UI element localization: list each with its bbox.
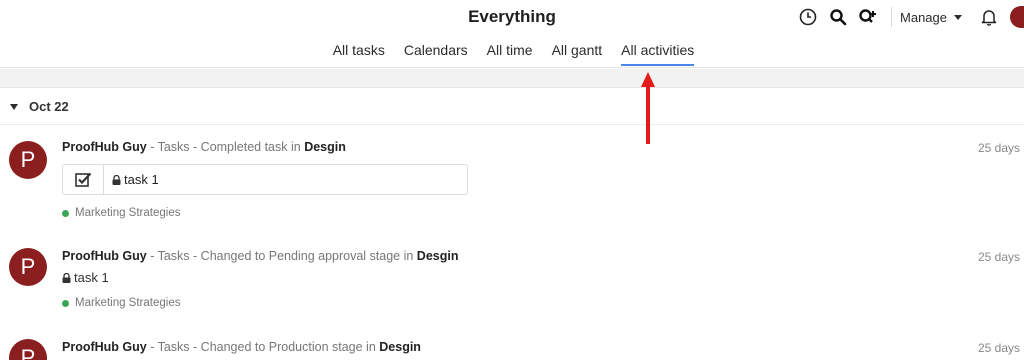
activity-project[interactable]: Desgin <box>379 340 421 354</box>
avatar[interactable]: P <box>9 248 47 286</box>
avatar[interactable]: P <box>9 339 47 360</box>
tab-all-tasks[interactable]: All tasks <box>333 42 385 66</box>
task-link[interactable]: task 1 <box>62 270 109 285</box>
task-card[interactable]: task 1 <box>62 164 468 195</box>
activity-item: P ProofHub Guy - Tasks - Changed to Prod… <box>0 327 1024 360</box>
lock-icon <box>112 174 121 185</box>
manage-dropdown[interactable]: Manage <box>900 10 962 25</box>
task-list-name: Marketing Strategies <box>75 297 181 309</box>
checkbox-checked-icon <box>63 165 104 194</box>
task-list-tag[interactable]: Marketing Strategies <box>62 207 180 219</box>
filter-bar <box>0 69 1024 88</box>
activity-user[interactable]: ProofHub Guy <box>62 340 147 354</box>
manage-label: Manage <box>900 9 947 25</box>
view-tabs: All tasks Calendars All time All gantt A… <box>0 42 1024 66</box>
status-dot <box>62 299 69 307</box>
bell-icon[interactable] <box>978 6 1000 28</box>
activity-action: - Tasks - Completed task in <box>146 140 305 154</box>
activity-description: ProofHub Guy - Tasks - Changed to Produc… <box>62 340 421 354</box>
activity-item: P ProofHub Guy - Tasks - Completed task … <box>0 125 1024 235</box>
activity-project[interactable]: Desgin <box>304 140 346 154</box>
header-toolbar: Manage <box>793 5 1024 29</box>
clock-icon[interactable] <box>797 6 819 28</box>
user-avatar[interactable] <box>1010 6 1024 28</box>
avatar[interactable]: P <box>9 141 47 179</box>
quick-add-icon[interactable] <box>857 6 879 28</box>
task-list-tag[interactable]: Marketing Strategies <box>62 297 180 309</box>
annotation-arrow-icon <box>641 72 655 144</box>
activity-description: ProofHub Guy - Tasks - Completed task in… <box>62 140 346 154</box>
task-name: task 1 <box>74 270 109 285</box>
activity-time: 25 days <box>977 341 1020 355</box>
task-link[interactable]: task 1 <box>112 172 159 187</box>
date-group-header[interactable]: Oct 22 <box>0 89 1024 125</box>
activity-time: 25 days <box>977 141 1020 155</box>
activity-time: 25 days <box>977 250 1020 264</box>
tab-all-activities[interactable]: All activities <box>621 42 695 66</box>
tab-calendars[interactable]: Calendars <box>404 42 468 66</box>
task-name: task 1 <box>124 172 159 187</box>
task-list-name: Marketing Strategies <box>75 207 181 219</box>
app-header: Everything Manage All tasks Calendars Al… <box>0 0 1024 68</box>
activity-description: ProofHub Guy - Tasks - Changed to Pendin… <box>62 249 458 263</box>
search-icon[interactable] <box>827 6 849 28</box>
activity-item: P ProofHub Guy - Tasks - Changed to Pend… <box>0 235 1024 327</box>
collapse-triangle-icon[interactable] <box>10 103 18 110</box>
activity-user[interactable]: ProofHub Guy <box>62 249 147 263</box>
activity-action: - Tasks - Changed to Production stage in <box>146 340 380 354</box>
activity-action: - Tasks - Changed to Pending approval st… <box>146 249 417 263</box>
activity-project[interactable]: Desgin <box>417 249 459 263</box>
activity-user[interactable]: ProofHub Guy <box>62 140 147 154</box>
status-dot <box>62 209 69 217</box>
chevron-down-icon <box>954 14 962 20</box>
lock-icon <box>62 272 71 283</box>
tab-all-gantt[interactable]: All gantt <box>552 42 603 66</box>
tab-all-time[interactable]: All time <box>487 42 533 66</box>
date-group-label: Oct 22 <box>29 99 69 114</box>
toolbar-divider <box>891 7 893 27</box>
